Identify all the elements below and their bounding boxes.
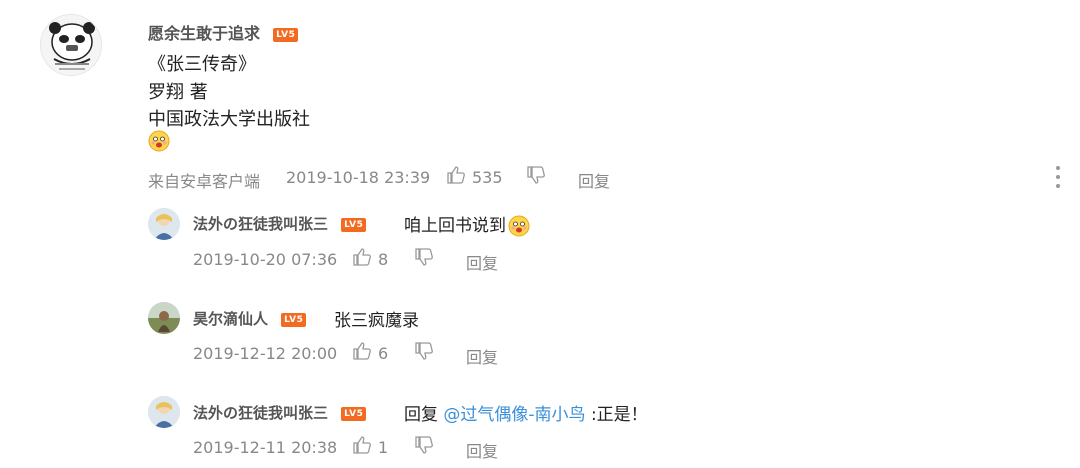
thumbs-up-icon[interactable] — [352, 341, 372, 363]
username[interactable]: 昊尔滴仙人 — [193, 310, 268, 328]
emoji-face-icon — [508, 215, 530, 237]
thumbs-down-icon[interactable] — [414, 341, 434, 363]
more-vertical-icon[interactable] — [1048, 166, 1068, 188]
username[interactable]: 法外の狂徒我叫张三 — [193, 404, 328, 422]
reply-text: 咱上回书说到 — [404, 211, 530, 237]
like-count: 1 — [378, 438, 389, 457]
level-badge: LV5 — [273, 27, 299, 42]
username[interactable]: 法外の狂徒我叫张三 — [193, 215, 328, 233]
avatar[interactable] — [148, 208, 180, 240]
thumbs-up-icon[interactable] — [352, 435, 372, 457]
reply-time: 2019-12-11 20:38 — [193, 438, 338, 457]
reply-prefix: 回复 — [404, 405, 438, 425]
comment-source: 来自安卓客户端 — [148, 172, 261, 191]
reply-time: 2019-12-12 20:00 — [193, 344, 338, 363]
like-count: 535 — [472, 168, 503, 187]
like-count: 8 — [378, 250, 389, 269]
avatar[interactable] — [148, 302, 180, 334]
dot — [1056, 184, 1060, 188]
dot — [1056, 175, 1060, 179]
comment-text-line: 中国政法大学出版社 — [148, 109, 310, 130]
thumbs-down-icon[interactable] — [414, 247, 434, 269]
reply-button[interactable]: 回复 — [466, 438, 498, 462]
avatar[interactable] — [40, 14, 102, 76]
comment-text-line: 罗翔 著 — [148, 82, 208, 103]
comment-text-line: 《张三传奇》 — [148, 54, 256, 75]
reply-text: 张三疯魔录 — [334, 311, 419, 331]
reply-suffix: :正是！ — [590, 405, 648, 425]
thumbs-down-icon[interactable] — [414, 435, 434, 457]
reply-text: 回复 @过气偶像-南小鸟 :正是！ — [404, 400, 648, 425]
level-badge: LV5 — [341, 217, 367, 232]
reply-header: 法外の狂徒我叫张三 LV5 — [193, 213, 367, 234]
reply-button[interactable]: 回复 — [578, 168, 610, 192]
thumbs-up-icon[interactable] — [352, 247, 372, 269]
reply-header: 昊尔滴仙人 LV5 — [193, 308, 307, 329]
thumbs-up-icon[interactable] — [446, 165, 466, 187]
main-comment-header: 愿余生敢于追求 LV5 — [148, 20, 299, 44]
comment-time: 2019-10-18 23:39 — [286, 168, 431, 187]
avatar[interactable] — [148, 396, 180, 428]
reply-button[interactable]: 回复 — [466, 250, 498, 274]
reply-text-content: 咱上回书说到 — [404, 216, 506, 236]
username[interactable]: 愿余生敢于追求 — [148, 24, 260, 43]
reply-time: 2019-10-20 07:36 — [193, 250, 338, 269]
thumbs-down-icon[interactable] — [526, 165, 546, 187]
reply-header: 法外の狂徒我叫张三 LV5 — [193, 402, 367, 423]
level-badge: LV5 — [281, 312, 307, 327]
like-count: 6 — [378, 344, 389, 363]
reply-button[interactable]: 回复 — [466, 344, 498, 368]
mention-link[interactable]: @过气偶像-南小鸟 — [443, 405, 585, 425]
dot — [1056, 166, 1060, 170]
emoji-face-icon — [148, 130, 170, 152]
level-badge: LV5 — [341, 406, 367, 421]
